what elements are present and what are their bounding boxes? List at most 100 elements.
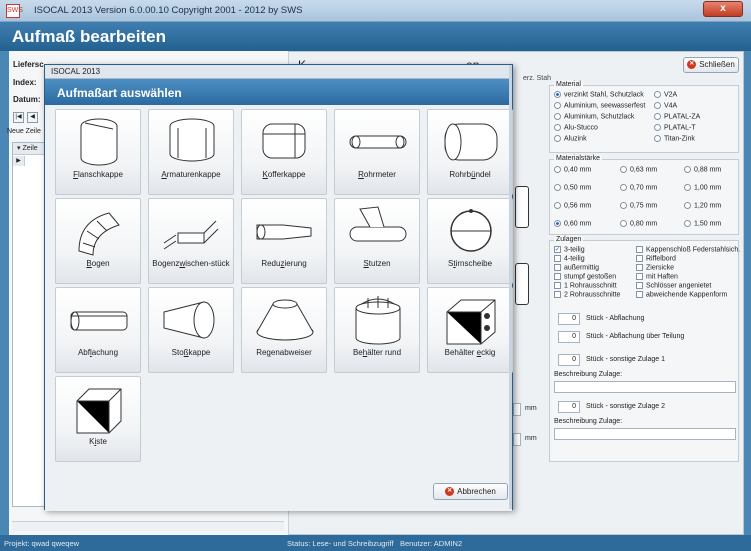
checkbox[interactable] xyxy=(554,273,561,280)
abflachung-teilung-count-input[interactable]: 0 xyxy=(558,331,580,343)
thickness-option[interactable]: 0,88 mm xyxy=(684,166,721,173)
material-option[interactable]: V4A xyxy=(654,102,677,109)
tile-round-tank[interactable]: Behälter rund xyxy=(334,287,420,373)
radio-button[interactable] xyxy=(620,202,627,209)
material-option[interactable]: Titan-Zink xyxy=(654,135,695,142)
radio-button[interactable] xyxy=(654,113,661,120)
radio-button[interactable] xyxy=(554,124,561,131)
checkbox[interactable] xyxy=(554,291,561,298)
checkbox[interactable] xyxy=(554,255,561,262)
window-close-button[interactable]: x xyxy=(703,1,743,17)
material-option[interactable]: V2A xyxy=(654,91,677,98)
extra-2-description-input[interactable] xyxy=(554,428,736,440)
tile-reducer[interactable]: Reduzierung xyxy=(241,198,327,284)
material-option[interactable]: Alu-Stucco xyxy=(554,124,598,131)
extras-option[interactable]: Ziersicke xyxy=(636,264,674,271)
extras-option[interactable]: 1 Rohrausschnitt xyxy=(554,282,617,289)
abflachung-count-input[interactable]: 0 xyxy=(558,313,580,325)
extras-option[interactable]: ✓ 3-teilig xyxy=(554,246,585,253)
radio-button[interactable] xyxy=(620,166,627,173)
radio-button[interactable] xyxy=(684,184,691,191)
checkbox[interactable]: ✓ xyxy=(554,246,561,253)
tile-pipe-bundle[interactable]: Rohrbündel xyxy=(427,109,513,195)
tile-valve-cap[interactable]: Armaturenkappe xyxy=(148,109,234,195)
extras-option[interactable]: Schlösser angenietet xyxy=(636,282,711,289)
radio-button[interactable] xyxy=(684,202,691,209)
thickness-option[interactable]: 1,20 mm xyxy=(684,202,721,209)
checkbox[interactable] xyxy=(636,291,643,298)
checkbox[interactable] xyxy=(636,264,643,271)
extra-1-description-input[interactable] xyxy=(554,381,736,393)
thickness-option[interactable]: 0,80 mm xyxy=(620,220,657,227)
radio-button[interactable] xyxy=(554,113,561,120)
extras-option[interactable]: mit Haften xyxy=(636,273,678,280)
horizontal-scrollbar[interactable] xyxy=(12,521,284,531)
thickness-option[interactable]: 0,50 mm xyxy=(554,184,591,191)
tile-end-disc[interactable]: Stirnscheibe xyxy=(427,198,513,284)
checkbox[interactable] xyxy=(636,273,643,280)
tile-branch[interactable]: Stutzen xyxy=(334,198,420,284)
tile-elbow[interactable]: Bogen xyxy=(55,198,141,284)
thickness-option[interactable]: 0,40 mm xyxy=(554,166,591,173)
radio-button[interactable] xyxy=(554,184,561,191)
extras-option[interactable]: Riffelbord xyxy=(636,255,676,262)
radio-button[interactable] xyxy=(554,102,561,109)
extras-option[interactable]: 2 Rohrausschnitte xyxy=(554,291,620,298)
radio-button[interactable] xyxy=(654,135,661,142)
close-button[interactable]: ✕ Schließen xyxy=(683,57,739,73)
first-record-button[interactable]: |◀ xyxy=(13,112,24,123)
app-icon[interactable]: SWS xyxy=(6,4,23,18)
prev-record-button[interactable]: ◀ xyxy=(27,112,38,123)
tile-rain-deflector[interactable]: Regenabweiser xyxy=(241,287,327,373)
tile-box-cap[interactable]: Kofferkappe xyxy=(241,109,327,195)
thickness-option[interactable]: 0,63 mm xyxy=(620,166,657,173)
material-option[interactable]: Aluminium, seewasserfest xyxy=(554,102,645,109)
tile-square-tank[interactable]: Behälter eckig xyxy=(427,287,513,373)
thickness-option[interactable]: 1,50 mm xyxy=(684,220,721,227)
radio-button[interactable] xyxy=(654,91,661,98)
cancel-button[interactable]: ✕ Abbrechen xyxy=(433,483,508,500)
radio-button[interactable] xyxy=(554,135,561,142)
checkbox[interactable] xyxy=(636,246,643,253)
tile-intermediate-bend[interactable]: Bogenzwischen-stück xyxy=(148,198,234,284)
tile-pipe-meter[interactable]: Rohrmeter xyxy=(334,109,420,195)
thickness-option[interactable]: 0,70 mm xyxy=(620,184,657,191)
dimension-input-1[interactable] xyxy=(513,403,521,416)
material-option[interactable]: PLATAL-ZA xyxy=(654,113,700,120)
radio-button[interactable] xyxy=(654,102,661,109)
tile-flange-cap[interactable]: Flanschkappe xyxy=(55,109,141,195)
checkbox[interactable] xyxy=(636,282,643,289)
other-extra-2-count-input[interactable]: 0 xyxy=(558,401,580,413)
material-option[interactable]: verzinkt Stahl, Schutzlack xyxy=(554,91,644,98)
tile-butt-cap[interactable]: Stoßkappe xyxy=(148,287,234,373)
tile-flattening[interactable]: Abflachung xyxy=(55,287,141,373)
dimension-input-2[interactable] xyxy=(513,433,521,446)
material-option[interactable]: Aluzink xyxy=(554,135,587,142)
extras-option[interactable]: Kappenschloß Federstahlsich. xyxy=(636,246,740,253)
extras-option[interactable]: 4-teilig xyxy=(554,255,585,262)
thickness-option[interactable]: 0,56 mm xyxy=(554,202,591,209)
checkbox[interactable] xyxy=(554,282,561,289)
extras-option[interactable]: abweichende Kappenform xyxy=(636,291,727,298)
radio-button[interactable] xyxy=(620,220,627,227)
radio-button[interactable] xyxy=(554,202,561,209)
radio-button[interactable] xyxy=(554,166,561,173)
thickness-option[interactable]: 0,60 mm xyxy=(554,220,591,227)
thickness-option[interactable]: 1,00 mm xyxy=(684,184,721,191)
thickness-option[interactable]: 0,75 mm xyxy=(620,202,657,209)
checkbox[interactable] xyxy=(636,255,643,262)
radio-button[interactable] xyxy=(654,124,661,131)
radio-button[interactable] xyxy=(684,220,691,227)
material-option[interactable]: PLATAL-T xyxy=(654,124,696,131)
radio-button[interactable] xyxy=(620,184,627,191)
extras-option[interactable]: stumpf gestoßen xyxy=(554,273,616,280)
grid-column-header[interactable]: Zeile xyxy=(22,145,37,152)
tile-box[interactable]: Kiste xyxy=(55,376,141,462)
extras-option[interactable]: außermittig xyxy=(554,264,599,271)
radio-button[interactable] xyxy=(554,220,561,227)
other-extra-1-count-input[interactable]: 0 xyxy=(558,354,580,366)
grid-row-indicator[interactable]: ▶ xyxy=(13,156,25,166)
checkbox[interactable] xyxy=(554,264,561,271)
material-option[interactable]: Aluminium, Schutzlack xyxy=(554,113,634,120)
radio-button[interactable] xyxy=(554,91,561,98)
